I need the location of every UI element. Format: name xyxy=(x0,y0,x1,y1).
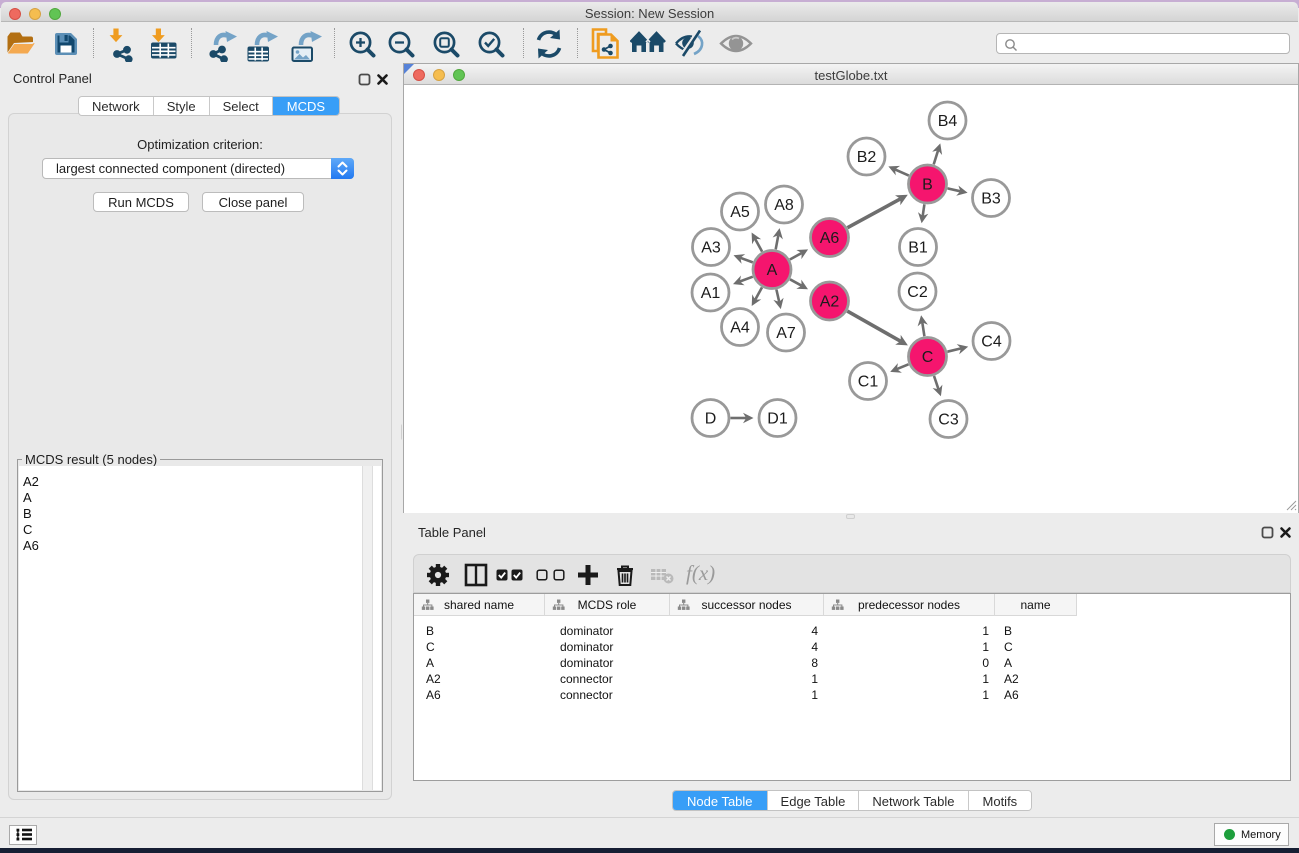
svg-text:B2: B2 xyxy=(857,149,877,166)
svg-text:B4: B4 xyxy=(938,113,958,130)
svg-text:A: A xyxy=(767,262,778,279)
svg-text:D: D xyxy=(705,411,717,428)
svg-text:B1: B1 xyxy=(908,240,928,257)
svg-text:B3: B3 xyxy=(981,191,1001,208)
svg-text:C2: C2 xyxy=(907,284,928,301)
svg-text:A1: A1 xyxy=(701,285,721,302)
svg-text:A2: A2 xyxy=(820,294,840,311)
svg-text:D1: D1 xyxy=(767,411,788,428)
svg-text:A7: A7 xyxy=(776,325,796,342)
svg-text:C1: C1 xyxy=(858,374,879,391)
svg-text:A3: A3 xyxy=(701,240,721,257)
svg-text:C: C xyxy=(922,349,934,366)
svg-text:A6: A6 xyxy=(820,230,840,247)
svg-text:C4: C4 xyxy=(981,334,1002,351)
svg-text:A8: A8 xyxy=(774,197,794,214)
svg-text:B: B xyxy=(922,177,933,194)
svg-text:A4: A4 xyxy=(730,320,750,337)
svg-text:A5: A5 xyxy=(730,204,750,221)
svg-text:C3: C3 xyxy=(938,412,959,429)
